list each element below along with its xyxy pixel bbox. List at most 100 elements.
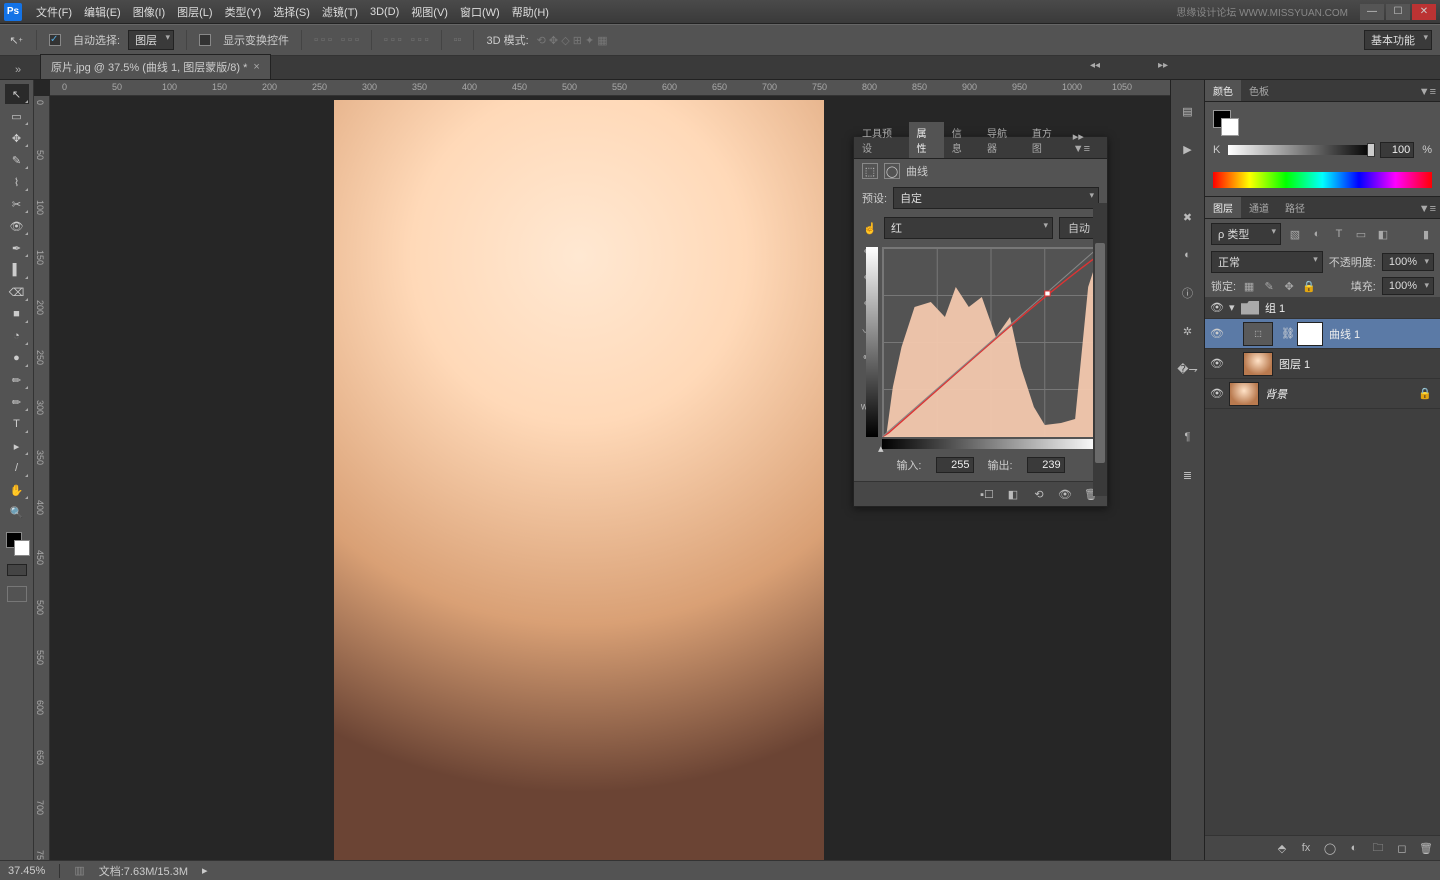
- expand-dock-icon[interactable]: »: [4, 61, 32, 79]
- layer-name[interactable]: 组 1: [1265, 300, 1285, 316]
- document-tab[interactable]: 原片.jpg @ 37.5% (曲线 1, 图层蒙版/8) * ×: [40, 54, 271, 79]
- auto-select-checkbox[interactable]: [49, 34, 61, 46]
- menu-type[interactable]: 类型(Y): [219, 4, 268, 20]
- tab-info[interactable]: 信息: [944, 122, 979, 158]
- document-canvas[interactable]: [334, 100, 824, 860]
- swatches-dock-icon[interactable]: ✲: [1177, 320, 1199, 342]
- layer-filter-kind[interactable]: ρ 类型: [1211, 223, 1281, 245]
- layers-flyout-icon[interactable]: ▼≡: [1415, 200, 1440, 218]
- new-adjustment-icon[interactable]: ◐: [1346, 840, 1362, 856]
- zoom-value[interactable]: 37.45%: [8, 865, 45, 877]
- layer-curves[interactable]: 👁 ⬚ ⛓ 曲线 1: [1205, 319, 1440, 349]
- link-layers-icon[interactable]: ⬘: [1274, 840, 1290, 856]
- window-close-button[interactable]: ✕: [1412, 4, 1436, 20]
- visibility-toggle[interactable]: 👁: [1205, 327, 1229, 340]
- group-twisty-icon[interactable]: ▾: [1229, 301, 1241, 314]
- hand-tool[interactable]: ✋: [5, 480, 29, 500]
- black-point-slider[interactable]: ▴: [878, 442, 884, 455]
- fg-bg-swatch[interactable]: [4, 530, 30, 556]
- lasso-tool[interactable]: ✥: [5, 128, 29, 148]
- history-brush-tool[interactable]: ⌫: [5, 282, 29, 302]
- adjustment-thumb-icon[interactable]: ⬚: [1243, 322, 1273, 346]
- curves-graph[interactable]: ▴ ▴: [882, 247, 1099, 447]
- show-transform-checkbox[interactable]: [199, 34, 211, 46]
- paragraph-dock-icon[interactable]: ≣: [1177, 464, 1199, 486]
- properties-scrollbar[interactable]: [1093, 203, 1107, 496]
- view-previous-icon[interactable]: ◧: [1005, 486, 1021, 502]
- tab-histogram[interactable]: 直方图: [1024, 122, 1069, 158]
- blur-tool[interactable]: ●: [5, 348, 29, 368]
- close-tab-icon[interactable]: ×: [253, 61, 259, 73]
- opacity-field[interactable]: 100%: [1382, 253, 1434, 271]
- collapse-right-dock-icon[interactable]: ▸▸: [1158, 60, 1168, 71]
- screen-mode-toggle[interactable]: [7, 586, 27, 602]
- adjustments-dock-icon[interactable]: ◐: [1177, 244, 1199, 266]
- k-value-field[interactable]: 100: [1380, 142, 1414, 158]
- layer-layer1[interactable]: 👁 图层 1: [1205, 349, 1440, 379]
- eraser-tool[interactable]: ■: [5, 304, 29, 324]
- layer-group[interactable]: 👁 ▾ 组 1: [1205, 297, 1440, 319]
- type-tool[interactable]: T: [5, 414, 29, 434]
- status-mini-icon[interactable]: ▥: [74, 864, 84, 877]
- toggle-visibility-icon[interactable]: 👁: [1057, 486, 1073, 502]
- menu-3d[interactable]: 3D(D): [364, 6, 405, 18]
- layer-name[interactable]: 图层 1: [1279, 356, 1310, 372]
- collapse-props-icon[interactable]: ◂◂: [1090, 60, 1100, 71]
- channel-select[interactable]: 红: [884, 217, 1053, 239]
- menu-select[interactable]: 选择(S): [267, 4, 316, 20]
- output-value-field[interactable]: 239: [1027, 457, 1065, 473]
- zoom-tool[interactable]: 🔍: [5, 502, 29, 522]
- lock-transparency-icon[interactable]: ▦: [1242, 279, 1256, 293]
- reset-icon[interactable]: ⟲: [1031, 486, 1047, 502]
- styles-dock-icon[interactable]: ⓘ: [1177, 282, 1199, 304]
- magic-wand-tool[interactable]: ✎: [5, 150, 29, 170]
- layer-background[interactable]: 👁 背景 🔒: [1205, 379, 1440, 409]
- status-flyout-icon[interactable]: ▸: [202, 864, 208, 877]
- visibility-toggle[interactable]: 👁: [1205, 301, 1229, 314]
- tab-channels[interactable]: 通道: [1241, 197, 1277, 218]
- gradient-tool[interactable]: ◔: [5, 326, 29, 346]
- filter-adjust-icon[interactable]: ◐: [1309, 226, 1325, 242]
- path-select-tool[interactable]: ▸: [5, 436, 29, 456]
- tab-color[interactable]: 颜色: [1205, 80, 1241, 101]
- actions-dock-icon[interactable]: ▶: [1177, 138, 1199, 160]
- dodge-tool[interactable]: ✏: [5, 370, 29, 390]
- ruler-vertical[interactable]: 0501001502002503003504004505005506006507…: [34, 96, 50, 860]
- filter-type-icon[interactable]: T: [1331, 226, 1347, 242]
- color-spectrum[interactable]: [1213, 172, 1432, 188]
- blend-mode-select[interactable]: 正常: [1211, 251, 1323, 273]
- filter-pixel-icon[interactable]: ▧: [1287, 226, 1303, 242]
- channels-dock-icon[interactable]: �⇁: [1177, 358, 1199, 380]
- menu-filter[interactable]: 滤镜(T): [316, 4, 364, 20]
- menu-view[interactable]: 视图(V): [405, 4, 454, 20]
- menu-image[interactable]: 图像(I): [127, 4, 171, 20]
- fill-field[interactable]: 100%: [1382, 277, 1434, 295]
- panel-flyout-icon[interactable]: ▸▸ ▼≡: [1069, 127, 1107, 158]
- window-maximize-button[interactable]: ☐: [1386, 4, 1410, 20]
- layer-thumb[interactable]: [1229, 382, 1259, 406]
- stamp-tool[interactable]: ▌: [5, 260, 29, 280]
- brush-presets-dock-icon[interactable]: ✖: [1177, 206, 1199, 228]
- new-group-icon[interactable]: 🗀: [1370, 840, 1386, 856]
- menu-file[interactable]: 文件(F): [30, 4, 78, 20]
- visibility-toggle[interactable]: 👁: [1205, 387, 1229, 400]
- lock-position-icon[interactable]: ✥: [1282, 279, 1296, 293]
- tab-navigator[interactable]: 导航器: [979, 122, 1024, 158]
- marquee-tool[interactable]: ▭: [5, 106, 29, 126]
- visibility-toggle[interactable]: 👁: [1205, 357, 1229, 370]
- add-mask-icon[interactable]: ◯: [1322, 840, 1338, 856]
- tab-paths[interactable]: 路径: [1277, 197, 1313, 218]
- color-flyout-icon[interactable]: ▼≡: [1415, 83, 1440, 101]
- menu-window[interactable]: 窗口(W): [454, 4, 506, 20]
- eyedropper-tool[interactable]: ✂: [5, 194, 29, 214]
- crop-tool[interactable]: ⌇: [5, 172, 29, 192]
- layer-fx-icon[interactable]: fx: [1298, 840, 1314, 856]
- layer-name[interactable]: 曲线 1: [1329, 326, 1360, 342]
- link-icon[interactable]: ⛓: [1281, 327, 1295, 340]
- input-value-field[interactable]: 255: [936, 457, 974, 473]
- pen-tool[interactable]: ✏: [5, 392, 29, 412]
- new-layer-icon[interactable]: ◻: [1394, 840, 1410, 856]
- layer-name[interactable]: 背景: [1265, 386, 1287, 402]
- color-fg-bg-swatch[interactable]: [1213, 110, 1239, 136]
- brush-tool[interactable]: ✒: [5, 238, 29, 258]
